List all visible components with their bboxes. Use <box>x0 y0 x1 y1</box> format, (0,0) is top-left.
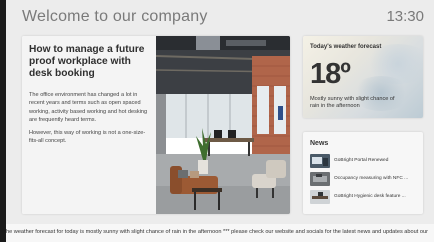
clock: 13:30 <box>386 8 424 25</box>
office-photo <box>156 36 290 214</box>
weather-description: Mostly sunny with slight chance of rain … <box>310 96 395 109</box>
news-widget: News GoBright Portal Renewed Occupancy m… <box>303 132 423 214</box>
signage-screen: Welcome to our company 13:30 How to mana… <box>0 0 434 242</box>
news-item[interactable]: GoBright Hygienic desk feature ... <box>310 190 420 205</box>
article-text-panel: How to manage a future proof workplace w… <box>22 36 156 214</box>
page-title: Welcome to our company <box>22 8 208 25</box>
news-title: News <box>310 140 329 147</box>
news-item-title: GoBright Portal Renewed <box>334 158 389 163</box>
article-body: The office environment has changed a lot… <box>29 91 153 151</box>
news-item[interactable]: Occupancy measuring with NFC ... <box>310 172 420 187</box>
news-thumbnail <box>310 154 330 168</box>
article-paragraph: The office environment has changed a lot… <box>29 92 148 123</box>
weather-temperature: 18º <box>310 58 351 90</box>
news-thumbnail <box>310 190 330 204</box>
news-thumbnail <box>310 172 330 186</box>
news-item-title: GoBright Hygienic desk feature ... <box>334 194 406 199</box>
article-card[interactable]: How to manage a future proof workplace w… <box>22 36 290 214</box>
article-title: How to manage a future proof workplace w… <box>29 44 145 79</box>
news-item-title: Occupancy measuring with NFC ... <box>334 176 409 181</box>
weather-title: Today's weather forecast <box>310 44 382 50</box>
article-paragraph: However, this way of working is not a on… <box>29 130 146 145</box>
news-item[interactable]: GoBright Portal Renewed <box>310 154 420 169</box>
news-ticker: he weather forecast for today is mostly … <box>6 224 434 242</box>
ticker-text: he weather forecast for today is mostly … <box>6 229 428 235</box>
left-edge-strip <box>0 0 6 242</box>
weather-widget: Today's weather forecast 18º Mostly sunn… <box>303 36 423 118</box>
